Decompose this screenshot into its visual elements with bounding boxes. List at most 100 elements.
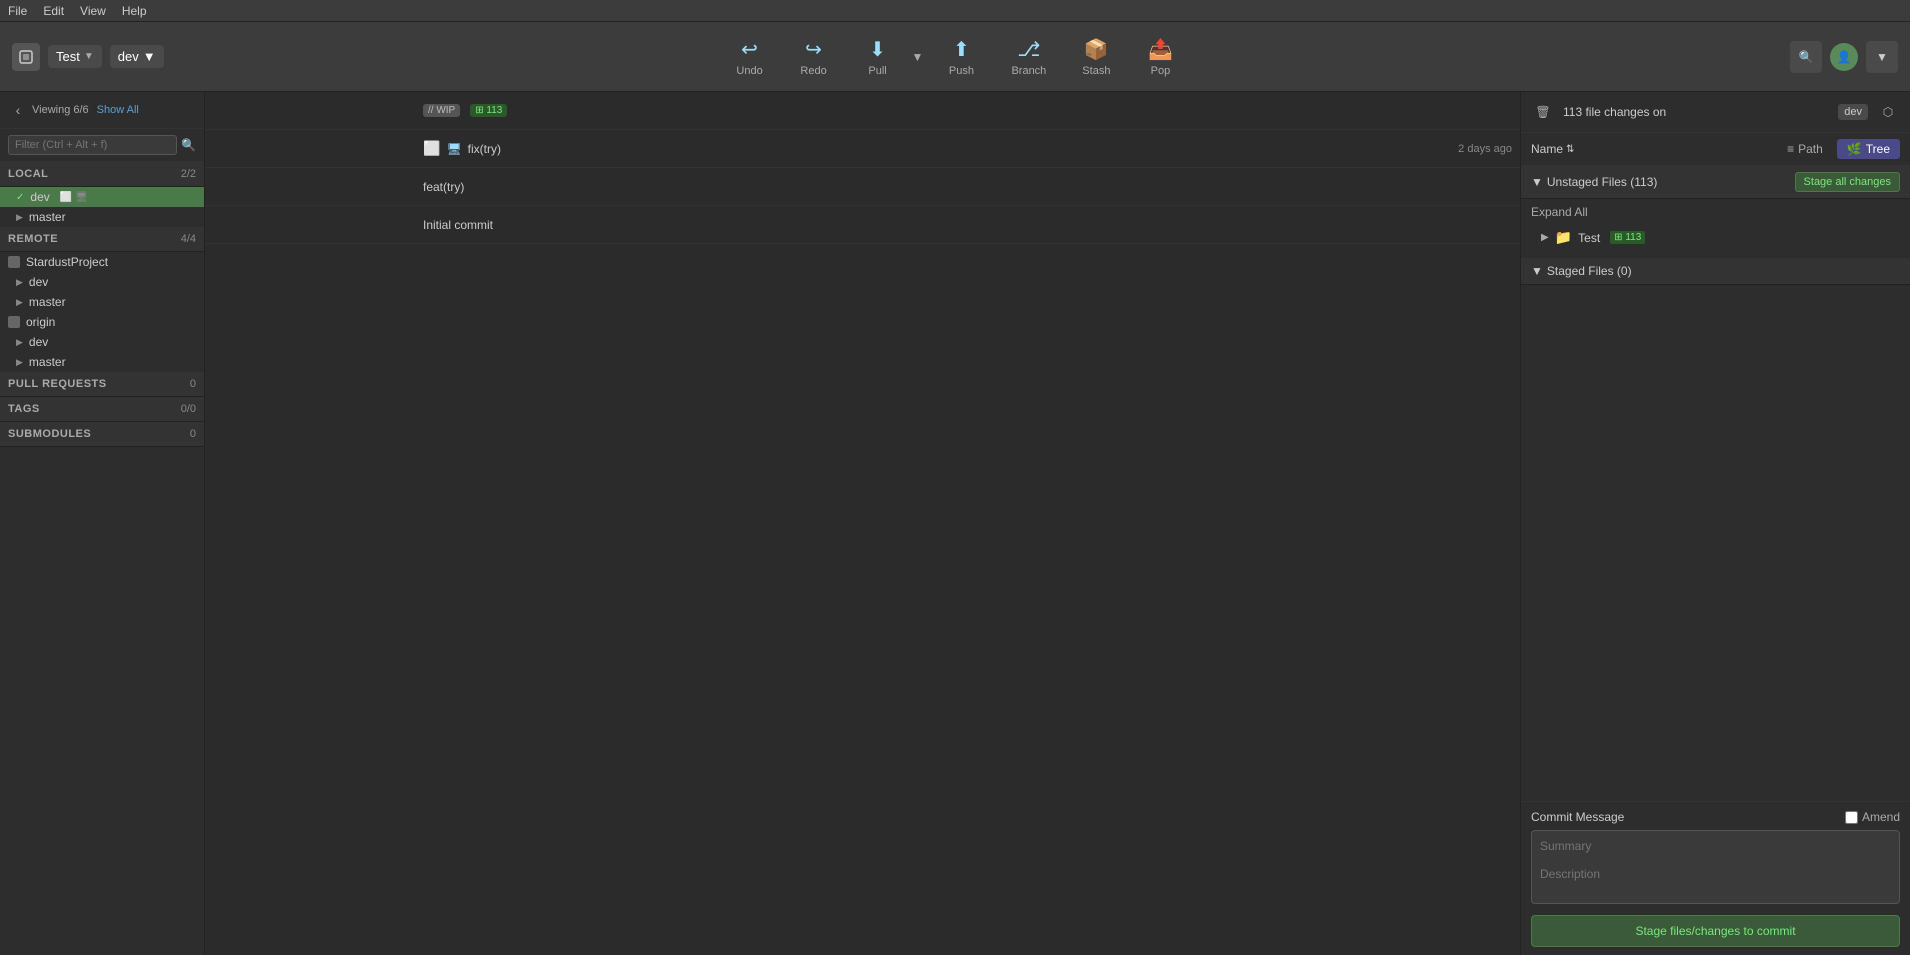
tags-title: TAGS (8, 403, 40, 415)
stage-all-button[interactable]: Stage all changes (1795, 172, 1900, 192)
pull-requests-section-header[interactable]: PULL REQUESTS 0 (0, 372, 204, 397)
branch-selector[interactable]: dev ▼ (110, 45, 164, 68)
pull-requests-count: 0 (190, 378, 196, 390)
tab-tree[interactable]: 🌿 Tree (1837, 139, 1900, 159)
toolbar-left: Test ▼ dev ▼ (12, 43, 164, 71)
stash-button[interactable]: 📦 Stash (1066, 31, 1126, 83)
sidebar-item-stardustproject[interactable]: StardustProject (0, 252, 204, 272)
pop-icon: 📤 (1148, 37, 1173, 62)
sidebar-branch-name-master: master (29, 210, 66, 224)
master-chevron: ▶ (16, 212, 23, 223)
repo-name: Test (56, 49, 80, 64)
pop-button[interactable]: 📤 Pop (1130, 31, 1190, 83)
unstaged-header: ▼ Unstaged Files (113) Stage all changes (1521, 166, 1910, 199)
menu-help[interactable]: Help (122, 4, 147, 18)
commit-msg-fix: fix(try) (468, 142, 501, 156)
origin-name: origin (26, 315, 55, 329)
commit-row-initial[interactable]: master +1 👤 Initial commit (205, 206, 1520, 244)
origin-icon (8, 316, 20, 328)
tags-section-header[interactable]: TAGS 0/0 (0, 397, 204, 422)
pull-dropdown-button[interactable]: ▼ (908, 44, 928, 70)
remote-section-title: REMOTE (8, 233, 58, 245)
pop-label: Pop (1151, 65, 1171, 77)
sidebar-back-button[interactable]: ‹ (8, 100, 28, 120)
repo-icon (12, 43, 40, 71)
folder-add-count: ⊞ 113 (1610, 231, 1645, 244)
folder-name: Test (1578, 231, 1600, 245)
commit-info-fix: ⬜ 🖥 fix(try) 2 days ago (415, 136, 1520, 161)
pull-button[interactable]: ⬇ Pull (848, 31, 908, 83)
commit-row-fix[interactable]: dev 👤 ⬜ 🖥 fix(try) 2 days ago (205, 130, 1520, 168)
commit-msg-title: Commit Message (1531, 810, 1624, 824)
commit-row-feat[interactable]: 👤 feat(try) (205, 168, 1520, 206)
undo-label: Undo (736, 65, 762, 77)
sidebar-item-stardustproject-dev[interactable]: ▶ dev (0, 272, 204, 292)
commit-textarea[interactable] (1531, 830, 1900, 904)
show-all-link[interactable]: Show All (97, 104, 139, 116)
filter-input[interactable] (8, 135, 177, 155)
local-section-header[interactable]: LOCAL 2/2 (0, 162, 204, 187)
staged-chevron[interactable]: ▼ (1531, 264, 1543, 278)
search-button[interactable]: 🔍 (1790, 41, 1822, 73)
sidebar-item-stardustproject-master[interactable]: ▶ master (0, 292, 204, 312)
menu-file[interactable]: File (8, 4, 27, 18)
stardustproject-name: StardustProject (26, 255, 108, 269)
sidebar-branch-name-dev: dev (30, 190, 49, 204)
sort-icon: ⇅ (1566, 144, 1574, 155)
amend-label: Amend (1845, 810, 1900, 824)
staged-title: ▼ Staged Files (0) (1531, 264, 1632, 278)
sidebar-item-origin[interactable]: origin (0, 312, 204, 332)
commit-row-wip[interactable]: // WIP ⊞ 113 (205, 92, 1520, 130)
remote-section-header[interactable]: REMOTE 4/4 (0, 227, 204, 252)
sidebar-item-origin-master[interactable]: ▶ master (0, 352, 204, 372)
right-panel-header: 🗑 113 file changes on dev ⬡ (1521, 92, 1910, 133)
stash-icon: 📦 (1084, 37, 1109, 62)
submodules-section-header[interactable]: SUBMODULES 0 (0, 422, 204, 447)
commit-msg-feat: feat(try) (423, 180, 464, 194)
unstaged-chevron[interactable]: ▼ (1531, 175, 1543, 189)
commit-message-area: Commit Message Amend Stage files/changes… (1521, 801, 1910, 955)
test-folder-item[interactable]: ▶ 📁 Test ⊞ 113 (1521, 225, 1910, 250)
discard-all-button[interactable]: 🗑 (1531, 100, 1555, 124)
tab-path[interactable]: ≡ Path (1777, 139, 1833, 159)
sp-master-name: master (29, 295, 66, 309)
avatar-dropdown-button[interactable]: ▼ (1866, 41, 1898, 73)
branch-name: dev (118, 49, 139, 64)
avatar[interactable]: 👤 (1830, 43, 1858, 71)
main-content: ‹ Viewing 6/6 Show All 🔍 LOCAL 2/2 ✓ dev… (0, 92, 1910, 955)
fix-date: 2 days ago (1458, 143, 1512, 155)
local-section-title: LOCAL (8, 168, 48, 180)
toolbar-center: ↩ Undo ↪ Redo ⬇ Pull ▼ ⬆ Push ⎇ Branch 📦 (720, 31, 1191, 83)
expand-all-button[interactable]: Expand All (1521, 199, 1910, 225)
branch-button[interactable]: ⎇ Branch (995, 31, 1062, 83)
folder-chevron[interactable]: ▶ (1541, 232, 1549, 243)
sidebar-item-master[interactable]: ▶ master (0, 207, 204, 227)
remote-section-count: 4/4 (181, 233, 196, 245)
sidebar-item-origin-dev[interactable]: ▶ dev (0, 332, 204, 352)
redo-button[interactable]: ↪ Redo (784, 31, 844, 83)
tags-count: 0/0 (181, 403, 196, 415)
local-section-count: 2/2 (181, 168, 196, 180)
sp-dev-chevron: ▶ (16, 277, 23, 288)
push-button[interactable]: ⬆ Push (931, 31, 991, 83)
pull-icon: ⬇ (869, 37, 886, 62)
repo-selector[interactable]: Test ▼ (48, 45, 102, 68)
menu-edit[interactable]: Edit (43, 4, 64, 18)
menu-view[interactable]: View (80, 4, 106, 18)
toolbar: Test ▼ dev ▼ ↩ Undo ↪ Redo ⬇ Pull ▼ ⬆ (0, 22, 1910, 92)
toolbar-right: 🔍 👤 ▼ (1790, 41, 1898, 73)
branch-icon: ⎇ (1017, 37, 1040, 62)
unstaged-title: ▼ Unstaged Files (113) (1531, 175, 1657, 189)
undo-button[interactable]: ↩ Undo (720, 31, 780, 83)
sidebar-item-dev[interactable]: ✓ dev ⬜ 🖥 (0, 187, 204, 207)
checkmark-icon: ✓ (16, 192, 24, 203)
name-sort-button[interactable]: Name ⇅ (1531, 142, 1574, 156)
amend-checkbox[interactable] (1845, 811, 1858, 824)
redo-label: Redo (800, 65, 826, 77)
undo-icon: ↩ (741, 37, 758, 62)
stage-files-commit-button[interactable]: Stage files/changes to commit (1531, 915, 1900, 947)
sidebar-top: ‹ Viewing 6/6 Show All (0, 92, 204, 129)
sp-dev-name: dev (29, 275, 48, 289)
maximize-button[interactable]: ⬡ (1876, 100, 1900, 124)
submodules-count: 0 (190, 428, 196, 440)
